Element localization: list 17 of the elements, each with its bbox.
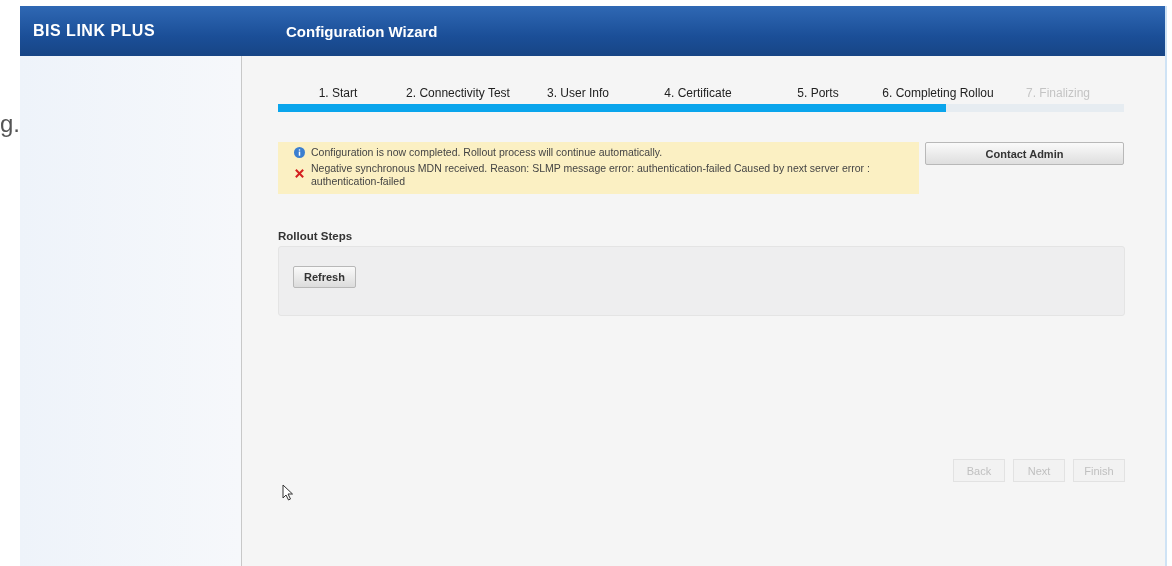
wizard-step: 3. User Info (518, 86, 638, 104)
background-text: g. (0, 110, 20, 138)
window-title: Configuration Wizard (285, 22, 438, 40)
brand-name: BIS LINK PLUS (32, 22, 157, 40)
message-text: Configuration is now completed. Rollout process will continue automatically. (311, 146, 663, 159)
wizard-step: 2. Connectivity Test (398, 86, 518, 104)
contact-admin-button[interactable]: Contact Admin (925, 142, 1124, 165)
error-icon (294, 168, 305, 179)
wizard-step: 4. Certificate (638, 86, 758, 104)
wizard-step: 6. Completing Rollou (878, 86, 998, 104)
wizard-step: 5. Ports (758, 86, 878, 104)
wizard-step: 1. Start (278, 86, 398, 104)
cursor-icon (282, 484, 294, 501)
info-icon (294, 147, 305, 158)
refresh-button[interactable]: Refresh (293, 266, 356, 288)
section-title: Rollout Steps (278, 230, 354, 242)
message-text: Negative synchronous MDN received. Reason: SLMP message error: authentication-failed Caused by next server error : authentication-failed (311, 162, 871, 188)
